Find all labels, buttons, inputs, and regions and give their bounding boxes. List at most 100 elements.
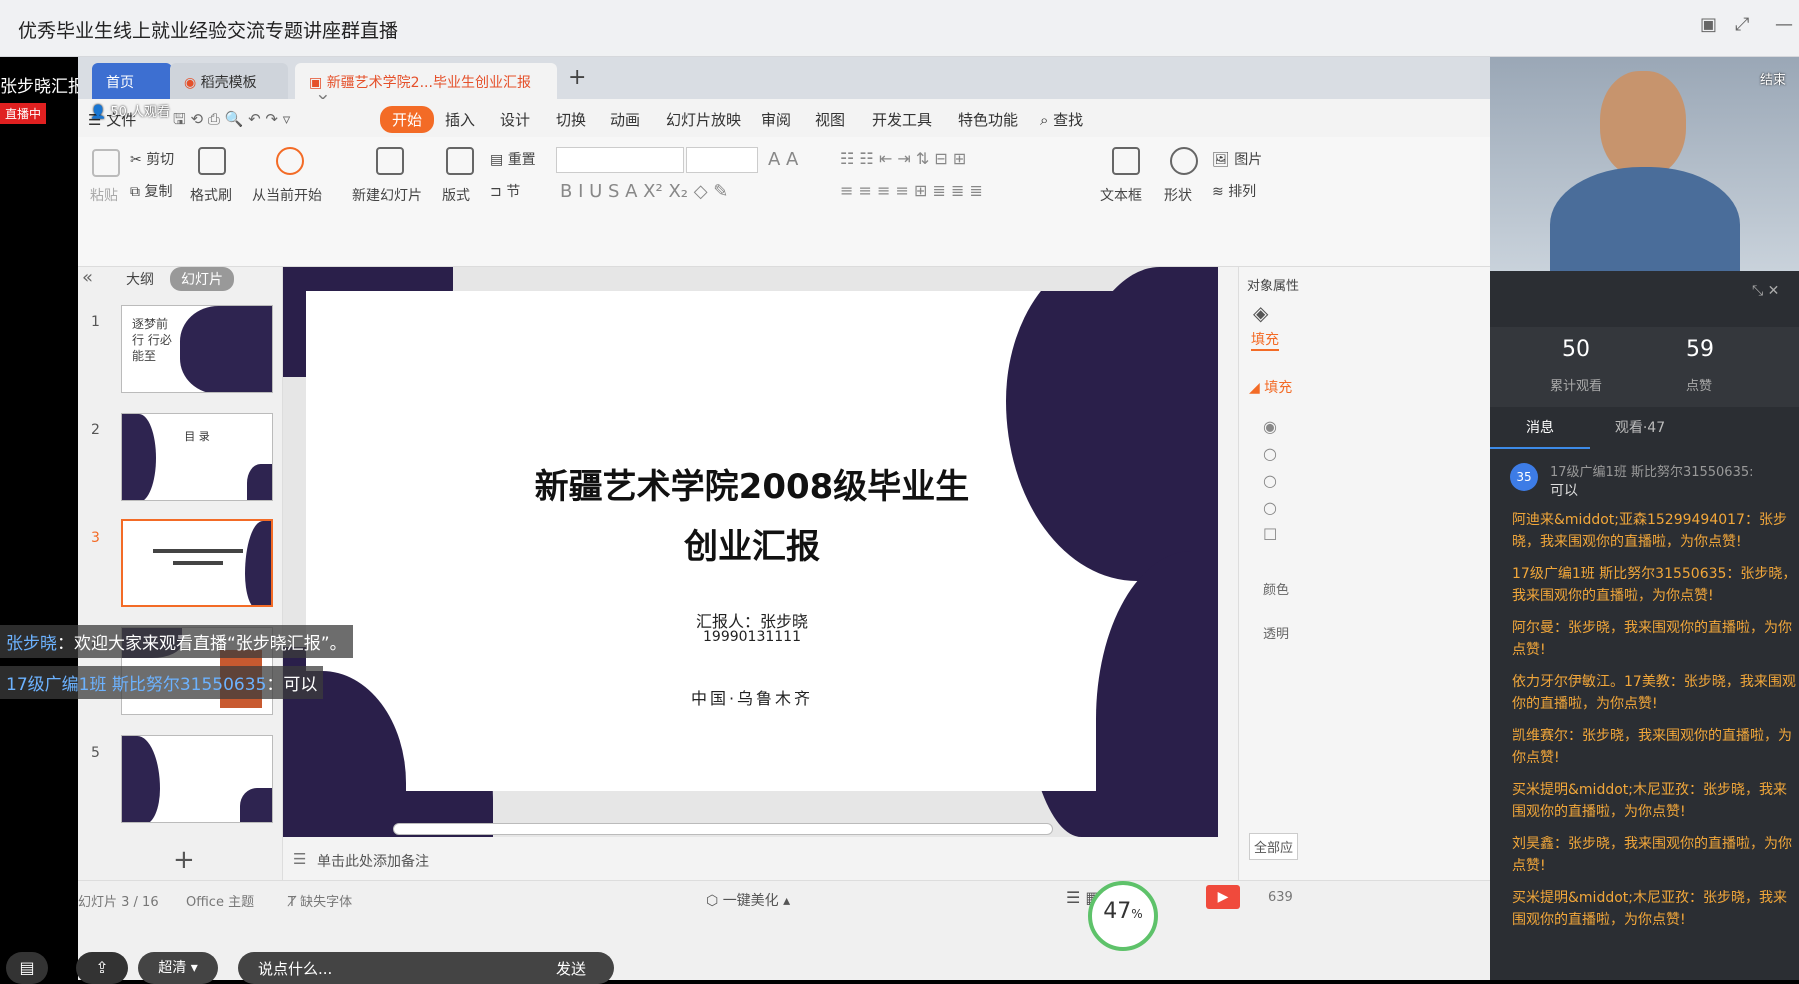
beautify-button[interactable]: ⬡ 一键美化 ▴ [706, 890, 790, 910]
slide-thumb-2[interactable]: 目 录 [121, 413, 273, 501]
missing-font[interactable]: Ⱦ 缺失字体 [288, 891, 352, 910]
thumb1-text: 逐梦前行 行必能至 [132, 317, 172, 363]
tab-outline[interactable]: 大纲 [126, 269, 154, 289]
menu-slideshow[interactable]: 幻灯片放映 [666, 109, 741, 130]
views-label: 累计观看 [1550, 379, 1603, 394]
slide-thumbnail-panel: « 大纲 幻灯片 1 逐梦前行 行必能至 2 目 录 3 4 5 [78, 267, 283, 950]
slideshow-play-icon[interactable]: ▶ [1206, 885, 1240, 909]
sidebar-header: « 大纲 幻灯片 [78, 265, 283, 295]
theme-name: Office 主题 [186, 895, 255, 910]
new-tab-icon[interactable]: + [568, 65, 586, 90]
format-painter-button[interactable]: 格式刷 [190, 185, 232, 205]
font-style-buttons[interactable]: B I U S A X² X₂ ◇ ✎ [560, 181, 728, 202]
slide-title-line2: 创业汇报 [684, 527, 820, 567]
apply-all-button[interactable]: 全部应 [1249, 833, 1299, 860]
menu-features[interactable]: 特色功能 [958, 109, 1018, 130]
tab-docer[interactable]: ◉ 稻壳模板 [170, 63, 288, 99]
presenter-shirt [1550, 167, 1740, 271]
font-size-select[interactable] [686, 147, 758, 173]
slide-thumb-1[interactable]: 逐梦前行 行必能至 [121, 305, 273, 393]
likes-count: 59 [1686, 337, 1714, 362]
menu-transition[interactable]: 切换 [556, 109, 586, 130]
copy-button[interactable]: ⧉ 复制 [130, 181, 172, 201]
window-title: 优秀毕业生线上就业经验交流专题讲座群直播 [18, 20, 399, 42]
quick-tools[interactable]: 🖫 ⟲ ⎙ 🔍 ↶ ↷ ▿ [173, 109, 290, 134]
list-buttons[interactable]: ☷ ☷ ⇤ ⇥ ⇅ ⊟ ⊞ [840, 149, 966, 168]
shape-button[interactable]: 形状 [1164, 185, 1192, 205]
slide-number: 2 [91, 422, 100, 438]
tab-messages[interactable]: 消息 [1490, 407, 1590, 449]
font-name-select[interactable] [556, 147, 684, 173]
from-current-button[interactable]: 从当前开始 [252, 185, 322, 205]
menu-developer[interactable]: 开发工具 [872, 109, 932, 130]
arrange-icon: ≋ [1212, 184, 1229, 200]
menu-view[interactable]: 视图 [815, 109, 845, 130]
picture-button[interactable]: 🖼 图片 [1212, 149, 1262, 169]
collapse-icon[interactable]: « [82, 267, 93, 288]
menu-start[interactable]: 开始 [380, 106, 435, 133]
menu-review[interactable]: 审阅 [761, 109, 791, 130]
chat-input[interactable]: 说点什么... 发送 [238, 952, 614, 984]
minimize-icon[interactable]: — [1775, 14, 1793, 35]
slide-number: 1 [91, 314, 100, 330]
props-title: 对象属性 [1247, 279, 1300, 294]
align-buttons[interactable]: ≡ ≡ ≡ ≡ ⊞ ≣ ≣ ≣ [840, 181, 983, 200]
menu-row: ☰ 文件 🖫 ⟲ ⎙ 🔍 ↶ ↷ ▿ 开始 插入 设计 切换 动画 幻灯片放映 … [78, 99, 1490, 137]
menu-insert[interactable]: 插入 [445, 109, 475, 130]
arrange-button[interactable]: ≋ 排列 [1212, 181, 1256, 201]
presenter-face [1600, 71, 1686, 177]
window-title-bar: 优秀毕业生线上就业经验交流专题讲座群直播 ▣ ⤢ — [0, 0, 1799, 57]
add-slide-icon[interactable]: + [173, 845, 195, 875]
current-slide[interactable]: 新疆艺术学院2008级毕业生 创业汇报 汇报人：张步晓 19990131111 … [306, 291, 1198, 791]
section-button[interactable]: ⊐ 节 [490, 181, 520, 201]
props-fill-section[interactable]: ◢ 填充 [1249, 377, 1292, 397]
panel-tabs: 消息 观看·47 [1490, 407, 1799, 449]
tab-slides[interactable]: 幻灯片 [170, 267, 234, 291]
chat-input-placeholder: 说点什么... [258, 960, 333, 978]
host-name: 张步晓汇报 [0, 77, 85, 97]
tab-current-doc[interactable]: ▣ 新疆艺术学院2...毕业生创业汇报✕ [295, 63, 557, 108]
list-item: 买米提明&middot;木尼亚孜：张步晓，我来围观你的直播啦，为你点赞! [1512, 890, 1787, 928]
beautify-icon: ⬡ [706, 893, 723, 909]
props-fill-tab[interactable]: 填充 [1251, 329, 1279, 351]
list-item: 依力牙尔伊敏江。17美教：张步晓，我来围观你的直播啦，为你点赞! [1512, 674, 1796, 712]
slide-location: 中国·乌鲁木齐 [690, 689, 814, 708]
fill-radio-options[interactable]: ◉ ○ ○ ○ ☐ [1263, 413, 1277, 548]
paste-button[interactable]: 粘贴 [90, 185, 118, 205]
end-live-button[interactable]: 结束 [1760, 69, 1786, 88]
tab-watching[interactable]: 观看·47 [1590, 407, 1690, 449]
live-bottom-bar: ▤ ⇪ 超清 ▾ 说点什么... 发送 [0, 945, 620, 984]
views-count: 50 [1562, 337, 1590, 362]
list-item: 阿迪来&middot;亚森15299494017：张步晓，我来围观你的直播啦，为… [1512, 512, 1787, 550]
quality-select[interactable]: 超清 ▾ [138, 952, 218, 984]
tab-home[interactable]: 首页 [92, 63, 172, 99]
horizontal-scrollbar[interactable] [393, 823, 1053, 835]
props-color-label: 颜色 [1263, 583, 1290, 598]
share-icon[interactable]: ⇪ [76, 952, 128, 984]
fullscreen-icon[interactable]: ⤢ [1735, 14, 1749, 35]
cut-button[interactable]: ✂ 剪切 [130, 149, 174, 169]
layout-button[interactable]: 版式 [442, 185, 470, 205]
message-text: 可以 [1550, 483, 1578, 499]
menu-search[interactable]: ⌕ 查找 [1040, 109, 1083, 130]
wps-presentation-window: 首页 ◉ 稻壳模板 ▣ 新疆艺术学院2...毕业生创业汇报✕ + ☰ 文件 🖫 … [78, 57, 1490, 980]
menu-animation[interactable]: 动画 [610, 109, 640, 130]
slide-thumb-3-selected[interactable] [121, 519, 273, 607]
collapse-panel-icon[interactable]: ⤡ ✕ [1752, 283, 1779, 299]
list-item: 阿尔曼：张步晓，我来围观你的直播啦，为你点赞! [1512, 620, 1792, 658]
list-item: 刘昊鑫：张步晓，我来围观你的直播啦，为你点赞! [1512, 836, 1792, 874]
list-item: 17级广编1班 斯比努尔31550635：张步晓，我来围观你的直播啦，为你点赞! [1512, 566, 1797, 604]
chat-toggle-icon[interactable]: ▤ [6, 952, 48, 984]
menu-design[interactable]: 设计 [500, 109, 530, 130]
font-grow-shrink[interactable]: A A [768, 149, 798, 170]
props-transparency-label: 透明 [1263, 627, 1290, 642]
new-slide-button[interactable]: 新建幻灯片 [352, 185, 422, 205]
send-button[interactable]: 发送 [556, 958, 586, 979]
slide-thumb-5[interactable] [121, 735, 273, 823]
textbox-button[interactable]: 文本框 [1100, 185, 1142, 205]
notes-placeholder: 单击此处添加备注 [317, 854, 429, 870]
tab-bar: 首页 ◉ 稻壳模板 ▣ 新疆艺术学院2...毕业生创业汇报✕ + [78, 57, 1490, 108]
message-user: 17级广编1班 斯比努尔31550635: [1550, 465, 1754, 480]
pip-icon[interactable]: ▣ [1700, 14, 1717, 35]
reset-button[interactable]: ▤ 重置 [490, 149, 536, 169]
